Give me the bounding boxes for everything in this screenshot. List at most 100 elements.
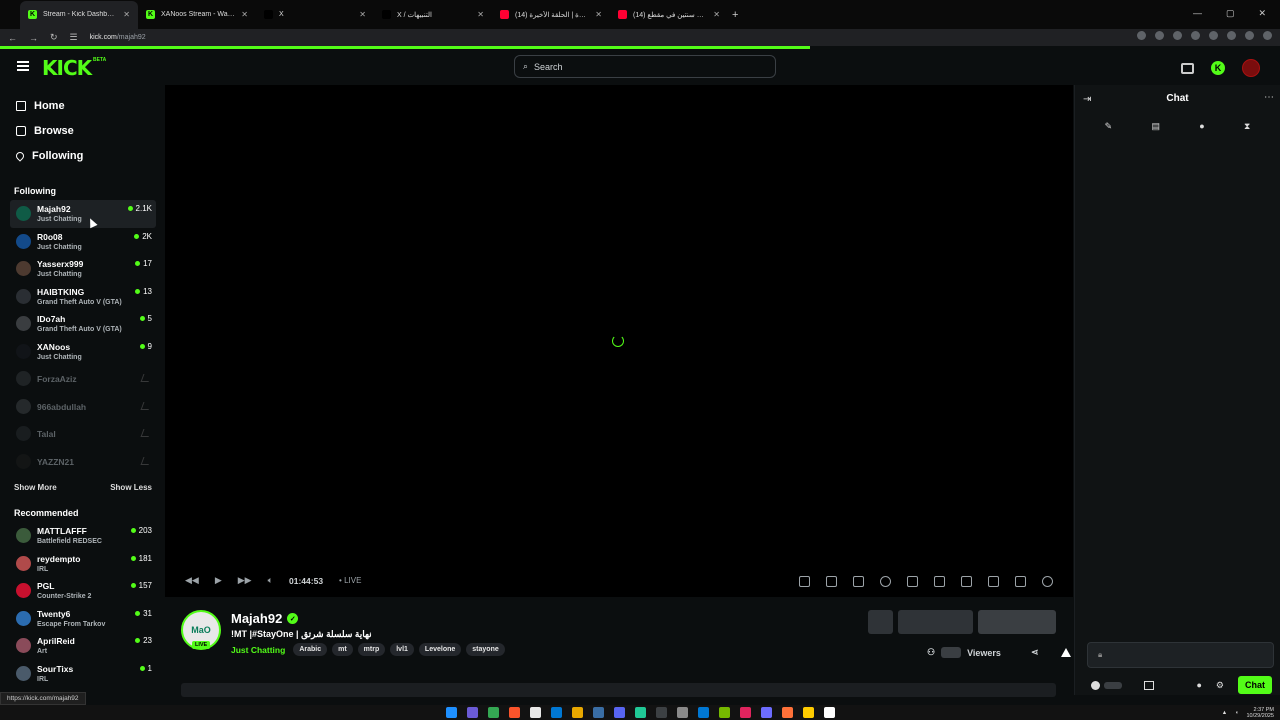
browser-tab[interactable]: X / التنبيهات ✕ [374,1,492,29]
taskbar-app-icon[interactable] [655,707,667,718]
back-icon[interactable]: ← [8,33,17,43]
taskbar-app-icon[interactable] [676,707,688,718]
picture-in-picture-icon[interactable] [934,576,945,587]
reload-icon[interactable]: ↻ [50,32,58,43]
sidebar-channel[interactable]: Talal [10,420,156,448]
sidebar-channel[interactable]: AprilReid Art 23 [10,632,156,660]
crop-icon[interactable] [826,576,837,587]
clip-icon[interactable] [799,576,810,587]
sidebar-channel[interactable]: YAZZN21 [10,448,156,476]
menu-icon[interactable] [17,61,29,71]
nav-following[interactable]: Following [0,143,164,168]
show-less-button[interactable]: Show Less [110,483,152,492]
profile-icon[interactable] [1245,31,1254,40]
taskbar-app-icon[interactable] [529,707,541,718]
points-icon[interactable] [1091,680,1100,690]
user-avatar[interactable] [1242,59,1260,77]
browser-tab[interactable]: K Stream - Kick Dashboard ✕ [20,0,138,29]
tab-close-icon[interactable]: ✕ [713,10,720,19]
browser-tab[interactable]: (14) اختصار شغل سنتين في مقطع ✕ [610,1,728,29]
site-info-icon[interactable]: ☰ [70,32,78,43]
pin-icon[interactable]: ✎ [1105,121,1113,132]
sidebar-channel[interactable]: Twenty6 Escape From Tarkov 31 [10,605,156,633]
sparkle-icon[interactable] [853,576,864,587]
tab-close-icon[interactable]: ✕ [595,10,602,19]
sidebar-channel[interactable]: IDo7ah Grand Theft Auto V (GTA) 5 [10,310,156,338]
taskbar-app-icon[interactable] [697,707,709,718]
taskbar-app-icon[interactable] [445,707,457,718]
stats-icon[interactable] [907,576,918,587]
theater-mode-icon[interactable] [961,576,972,587]
taskbar-app-icon[interactable] [718,707,730,718]
sidebar-channel[interactable]: Yasserx999 Just Chatting 17 [10,255,156,283]
send-chat-button[interactable]: Chat [1238,676,1272,694]
minimize-icon[interactable]: — [1193,8,1202,19]
fullscreen-icon[interactable] [1015,576,1026,587]
settings-gear-icon[interactable] [1042,576,1053,587]
close-icon[interactable]: ✕ [1258,8,1266,19]
taskbar-app-icon[interactable] [739,707,751,718]
more-options-icon[interactable]: ⋯ [1264,92,1274,103]
extension-icon[interactable] [1227,31,1236,40]
browser-tab[interactable]: (14) نهاية الجزيرة | الحلقة الأخيرة ✕ [492,1,610,29]
sidebar-channel[interactable]: R0o08 Just Chatting 2K [10,228,156,256]
kick-rewards-icon[interactable]: K [1211,61,1225,75]
taskbar-app-icon[interactable] [508,707,520,718]
taskbar-app-icon[interactable] [571,707,583,718]
chat-settings-gear-icon[interactable]: ⚙ [1216,680,1224,691]
stream-tag[interactable]: lvl1 [390,643,414,656]
wifi-icon[interactable]: ▲ [1222,710,1227,716]
chat-input[interactable]: 🔒︎ [1087,642,1274,668]
message-icon[interactable]: ● [1199,121,1204,132]
stream-tag[interactable]: Arabic [293,643,328,656]
stream-tag[interactable]: mtrp [357,643,386,656]
slow-mode-icon[interactable]: ⧗ [1244,121,1250,132]
placeholder-follow-button[interactable] [978,610,1056,634]
taskbar-app-icon[interactable] [550,707,562,718]
replay-icon[interactable] [880,576,891,587]
kick-logo[interactable]: KICK [42,56,92,80]
store-icon[interactable] [1144,680,1154,690]
sidebar-channel[interactable]: reydempto IRL 181 [10,550,156,578]
stream-tag[interactable]: stayone [466,643,505,656]
taskbar-app-icon[interactable] [466,707,478,718]
taskbar-app-icon[interactable] [613,707,625,718]
taskbar-app-icon[interactable] [823,707,835,718]
nav-browse[interactable]: Browse [0,118,164,143]
report-icon[interactable] [1060,648,1071,657]
taskbar-app-icon[interactable] [760,707,772,718]
wide-mode-icon[interactable] [988,576,999,587]
volume-tray-icon[interactable]: ◖ [1235,710,1238,716]
play-icon[interactable]: ▶ [215,575,222,586]
taskbar-app-icon[interactable] [781,707,793,718]
stream-category[interactable]: Just Chatting [231,645,285,655]
studio-icon[interactable] [1181,62,1194,74]
delete-icon[interactable]: ▤ [1151,121,1160,132]
sidebar-channel[interactable]: 966abdullah [10,393,156,421]
volume-icon[interactable]: 🔈︎ [268,575,273,586]
rewind-icon[interactable]: ◀◀ [185,575,199,586]
sidebar-channel[interactable]: SourTixs IRL 1 [10,660,156,688]
placeholder-button[interactable] [868,610,893,634]
bookmark-icon[interactable] [1155,31,1164,40]
forward-icon[interactable]: → [29,33,38,43]
browser-tab[interactable]: X ✕ [256,1,374,29]
share-icon[interactable]: ⋖ [1031,647,1039,658]
extension-icon[interactable] [1209,31,1218,40]
live-indicator[interactable]: • LIVE [339,576,361,585]
video-player[interactable]: ◀◀ ▶ ▶▶ 🔈︎ 01:44:53 • LIVE [165,85,1073,597]
taskbar-app-icon[interactable] [487,707,499,718]
taskbar-app-icon[interactable] [592,707,604,718]
search-input[interactable]: ⌕ Search [514,55,776,78]
fast-forward-icon[interactable]: ▶▶ [238,575,252,586]
sidebar-channel[interactable]: MATTLAFFF Battlefield REDSEC 203 [10,522,156,550]
stream-tag[interactable]: Levelone [418,643,462,656]
tab-close-icon[interactable]: ✕ [241,10,248,19]
extension-icon[interactable] [1191,31,1200,40]
sidebar-channel[interactable]: Majah92 Just Chatting 2.1K [10,200,156,228]
sidebar-channel[interactable]: HAIBTKING Grand Theft Auto V (GTA) 13 [10,283,156,311]
placeholder-button[interactable] [898,610,973,634]
menu-icon[interactable] [1263,31,1272,40]
show-more-button[interactable]: Show More [14,483,57,492]
stream-tag[interactable]: mt [332,643,353,656]
